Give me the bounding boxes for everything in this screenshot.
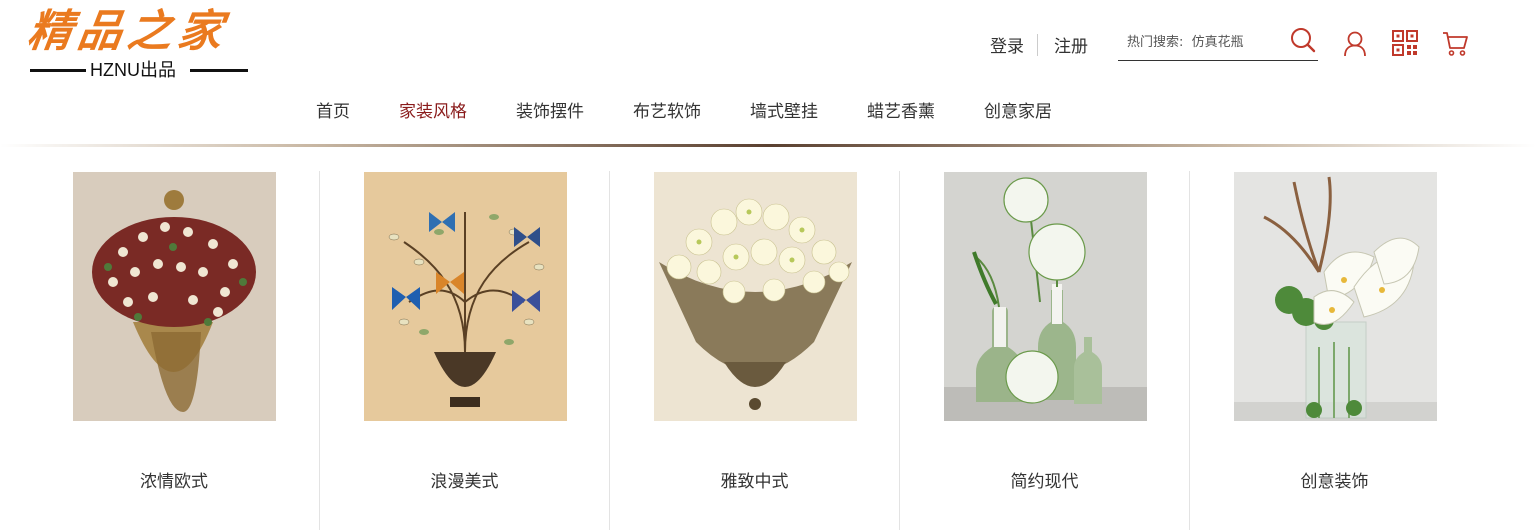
auth-links: 登录 注册 [990, 32, 1088, 57]
search-input[interactable] [1118, 30, 1278, 54]
category-label: 简约现代 [1010, 472, 1079, 492]
category-image-american [364, 172, 567, 421]
logo-bar-right [190, 69, 248, 72]
site-logo[interactable]: 精品之家 HZNU出品 [24, 6, 250, 84]
nav-item-creative[interactable]: 创意家居 [984, 99, 1052, 146]
category-image-modern [944, 172, 1147, 421]
logo-script-text: 精品之家 [24, 6, 232, 57]
qr-code-icon[interactable] [1390, 28, 1420, 58]
nav-item-wall-hanging[interactable]: 墙式壁挂 [750, 99, 818, 146]
nav-item-ornaments[interactable]: 装饰摆件 [516, 99, 584, 146]
auth-separator [1037, 33, 1038, 56]
category-image-european [73, 172, 276, 421]
register-link[interactable]: 注册 [1054, 32, 1088, 57]
logo-bar-left [30, 69, 86, 72]
nav-item-fabric[interactable]: 布艺软饰 [633, 99, 701, 146]
category-label: 浪漫美式 [430, 472, 499, 492]
search-icon[interactable] [1288, 26, 1318, 56]
cart-icon[interactable] [1440, 28, 1470, 58]
search-bar [1118, 26, 1318, 61]
category-image-chinese [654, 172, 857, 421]
nav-item-aroma[interactable]: 蜡艺香薰 [867, 99, 935, 146]
category-card[interactable]: 创意装饰 [1189, 171, 1479, 530]
main-nav: 首页 家装风格 装饰摆件 布艺软饰 墙式壁挂 蜡艺香薰 创意家居 [316, 99, 1101, 146]
category-card[interactable]: 浪漫美式 [319, 171, 609, 530]
category-card[interactable]: 简约现代 [899, 171, 1189, 530]
user-icon[interactable] [1340, 28, 1370, 58]
header-divider [0, 144, 1536, 147]
category-card[interactable]: 浓情欧式 [29, 171, 319, 530]
category-card[interactable]: 雅致中式 [609, 171, 899, 530]
nav-item-home-style[interactable]: 家装风格 [399, 99, 467, 146]
logo-subtitle: HZNU出品 [90, 60, 176, 80]
login-link[interactable]: 登录 [990, 32, 1024, 57]
category-label: 浓情欧式 [140, 472, 208, 492]
category-grid: 浓情欧式 浪漫美式 雅致中式 简约现代 创意装饰 [29, 171, 1479, 530]
category-label: 创意装饰 [1300, 472, 1369, 492]
category-image-creative [1234, 172, 1437, 421]
nav-item-home[interactable]: 首页 [316, 99, 350, 146]
category-label: 雅致中式 [720, 472, 789, 492]
